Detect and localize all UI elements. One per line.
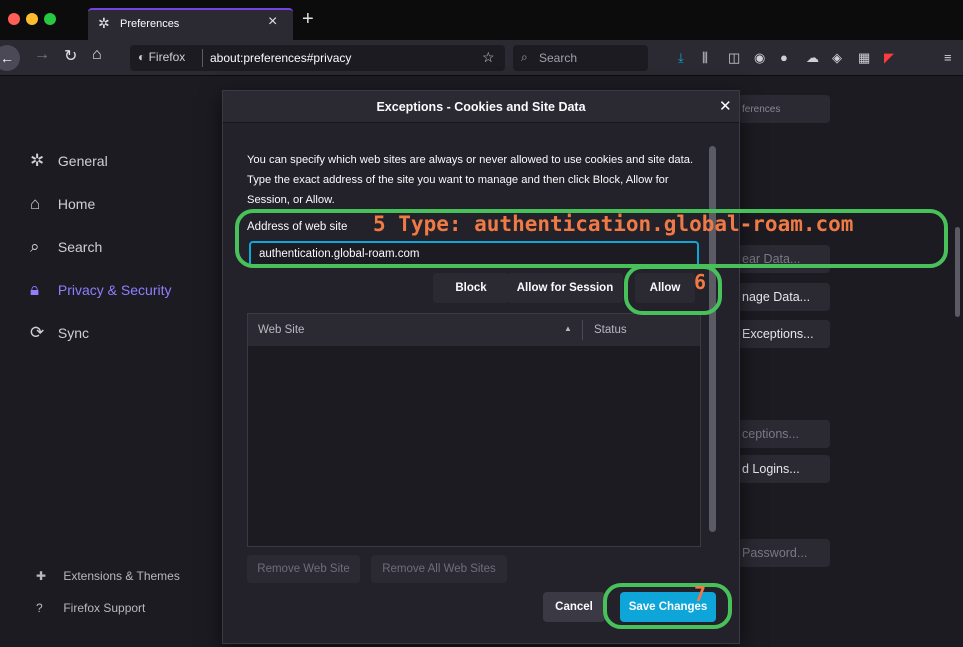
identity-chip[interactable]: ◐ Firefox (138, 50, 185, 64)
manage-exceptions-button[interactable]: Exceptions... (738, 320, 830, 348)
download-icon[interactable]: ⤓ (678, 50, 684, 66)
search-icon: ⌕ (521, 50, 528, 64)
reload-button[interactable]: ↻ (64, 46, 77, 66)
dialog-header: Exceptions - Cookies and Site Data ✕ (223, 91, 739, 123)
new-tab-button[interactable]: + (302, 8, 314, 31)
extensions-themes-link[interactable]: ✚ Extensions & Themes (36, 569, 180, 583)
sidebar-item-label: Privacy & Security (57, 282, 172, 298)
firefox-support-label: Firefox Support (63, 601, 146, 615)
minimize-window-button[interactable] (26, 13, 38, 25)
sidebar-item-search[interactable]: ⌕ Search (30, 237, 102, 263)
tab-title: Preferences (120, 18, 180, 30)
gear-icon: ✲ (30, 151, 45, 170)
remove-all-web-sites-button[interactable]: Remove All Web Sites (371, 555, 507, 583)
sidebar-icon[interactable]: ◫ (728, 50, 740, 66)
home-icon: ⌂ (30, 194, 41, 213)
extension-4-icon[interactable]: ◤ (884, 50, 894, 66)
dialog-scrollbar[interactable] (709, 146, 716, 532)
url-bar[interactable]: ◐ Firefox about:preferences#privacy ☆ (130, 45, 505, 71)
extensions-themes-label: Extensions & Themes (63, 569, 180, 583)
puzzle-icon: ✚ (36, 569, 47, 583)
close-icon[interactable]: ✕ (719, 97, 732, 115)
shield-icon[interactable]: ◈ (832, 50, 842, 66)
menu-icon[interactable]: ≡ (944, 50, 952, 65)
column-header-status[interactable]: Status (594, 324, 627, 336)
search-bar[interactable]: ⌕ Search (513, 45, 648, 71)
step-6-annotation: 6 (694, 270, 707, 294)
sidebar-item-label: Sync (57, 325, 90, 341)
column-divider[interactable] (582, 320, 583, 340)
close-window-button[interactable] (8, 13, 20, 25)
library-icon[interactable]: ⫼ (702, 50, 708, 66)
sync-icon: ⟳ (30, 323, 45, 342)
account-icon[interactable]: ◉ (754, 50, 765, 66)
step-5-annotation: 5 Type: authentication.global-roam.com (373, 212, 854, 236)
help-icon: ? (36, 601, 43, 615)
dialog-description: You can specify which web sites are alwa… (247, 154, 694, 206)
block-button[interactable]: Block (433, 273, 509, 303)
sidebar-item-label: Search (57, 239, 103, 255)
find-in-preferences-input[interactable]: ferences (738, 95, 830, 123)
sites-table[interactable]: Web Site ▲ Status (247, 313, 701, 547)
search-bar-placeholder[interactable]: Search (539, 51, 577, 65)
forward-button[interactable]: → (34, 46, 50, 64)
identity-chip-label: Firefox (148, 50, 186, 64)
firefox-support-link[interactable]: ? Firefox Support (36, 601, 145, 615)
allow-for-session-button[interactable]: Allow for Session (507, 273, 623, 303)
extension-1-icon[interactable]: ● (780, 50, 788, 65)
remove-web-site-button[interactable]: Remove Web Site (247, 555, 360, 583)
tab-bar: ✲ Preferences × + (0, 0, 963, 40)
step-7-highlight-ring (603, 583, 732, 629)
exceptions-button[interactable]: ceptions... (738, 420, 830, 448)
saved-logins-button[interactable]: d Logins... (738, 455, 830, 483)
sidebar-item-label: General (57, 153, 108, 169)
sidebar-item-home[interactable]: ⌂ Home (30, 194, 95, 220)
sort-ascending-icon: ▲ (564, 324, 572, 333)
extension-3-icon[interactable]: ▦ (858, 50, 870, 66)
page-scrollbar[interactable] (955, 227, 960, 317)
cancel-button[interactable]: Cancel (543, 592, 605, 622)
maximize-window-button[interactable] (44, 13, 56, 25)
url-text[interactable]: about:preferences#privacy (210, 51, 351, 65)
extension-2-icon[interactable]: ☁ (806, 50, 819, 66)
back-button[interactable]: ← (0, 45, 20, 71)
table-header: Web Site ▲ Status (248, 314, 700, 346)
sidebar-item-label: Home (57, 196, 96, 212)
gear-icon: ✲ (98, 15, 110, 31)
lock-icon: 🔒︎ (30, 280, 40, 299)
home-button[interactable]: ⌂ (92, 46, 102, 64)
manage-data-button[interactable]: nage Data... (738, 283, 830, 311)
sidebar-item-privacy-security[interactable]: 🔒︎ Privacy & Security (30, 280, 171, 306)
sidebar-item-sync[interactable]: ⟳ Sync (30, 323, 89, 349)
step-7-annotation: 7 (694, 582, 707, 606)
close-tab-icon[interactable]: × (268, 13, 277, 31)
bookmark-star-icon[interactable]: ☆ (482, 49, 495, 66)
change-password-button[interactable]: Password... (738, 539, 830, 567)
step-6-highlight-ring (624, 265, 722, 315)
dialog-title: Exceptions - Cookies and Site Data (376, 100, 586, 114)
column-header-web-site[interactable]: Web Site (258, 324, 304, 336)
url-separator (202, 49, 203, 67)
exceptions-dialog: Exceptions - Cookies and Site Data ✕ You… (222, 90, 740, 644)
sidebar-item-general[interactable]: ✲ General (30, 151, 108, 177)
search-icon: ⌕ (30, 237, 40, 256)
tab-preferences[interactable]: ✲ Preferences × (88, 8, 293, 40)
navigation-toolbar: ← → ↻ ⌂ ◐ Firefox about:preferences#priv… (0, 40, 963, 76)
